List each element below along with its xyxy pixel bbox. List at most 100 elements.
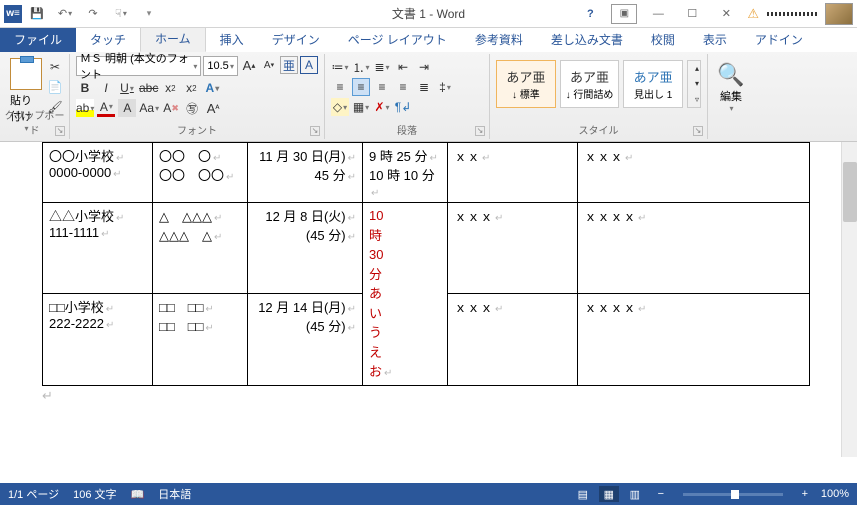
print-layout-button[interactable]: ▦ <box>599 486 619 502</box>
tab-review[interactable]: 校閲 <box>637 27 689 52</box>
zoom-level[interactable]: 100% <box>821 488 849 500</box>
tab-mailings[interactable]: 差し込み文書 <box>537 27 637 52</box>
change-case-button[interactable]: Aa▾ <box>139 99 159 117</box>
align-right-button[interactable]: ≡ <box>373 78 391 96</box>
highlight-button[interactable]: ab▾ <box>76 99 94 117</box>
zoom-in-button[interactable]: + <box>795 486 815 502</box>
language-indicator[interactable]: 日本語 <box>158 486 191 502</box>
styles-up[interactable]: ▴ <box>688 61 706 76</box>
zoom-out-button[interactable]: − <box>651 486 671 502</box>
web-layout-button[interactable]: ▥ <box>625 486 645 502</box>
char-shading-button[interactable]: A <box>118 99 136 117</box>
font-color-button[interactable]: A▾ <box>97 99 115 117</box>
ribbon: 貼り付け ▾ ✂ 📄 🖌 クリップボード ↘ ＭＳ 明朝 (本文のフォント▾ 1… <box>0 52 857 142</box>
superscript-button[interactable]: x2 <box>182 79 200 97</box>
maximize-button[interactable]: ☐ <box>679 4 705 24</box>
touch-mode-button[interactable]: ☟▾ <box>108 4 134 24</box>
bullets-button[interactable]: ≔▾ <box>331 58 349 76</box>
undo-button[interactable]: ↶▾ <box>52 4 78 24</box>
char-border-button[interactable]: A <box>300 56 318 74</box>
align-center-button[interactable]: ≡ <box>352 78 370 96</box>
underline-button[interactable]: U▾ <box>118 79 136 97</box>
tab-view[interactable]: 表示 <box>689 27 741 52</box>
dialog-launcher-icon[interactable]: ↘ <box>475 126 485 136</box>
strike-button[interactable]: abc <box>139 79 158 97</box>
cut-button[interactable]: ✂ <box>46 58 64 76</box>
paragraph-mark: ↵ <box>42 388 815 404</box>
subscript-button[interactable]: x2 <box>161 79 179 97</box>
group-label: スタイル <box>490 122 707 137</box>
vertical-scrollbar[interactable] <box>841 142 857 457</box>
save-button[interactable]: 💾 <box>24 4 50 24</box>
dialog-launcher-icon[interactable]: ↘ <box>310 126 320 136</box>
tab-home[interactable]: ホーム <box>140 25 206 52</box>
char-width-button[interactable]: Aᴬ <box>204 99 222 117</box>
sort-button[interactable]: ✗▾ <box>373 98 391 116</box>
font-size-select[interactable]: 10.5▾ <box>203 56 238 76</box>
table-row: △△小学校↵111-1111↵ △ △△△↵△△△ △↵ 12 月 8 日(火)… <box>43 203 810 294</box>
indent-dec-button[interactable]: ⇤ <box>394 58 412 76</box>
help-button[interactable]: ? <box>577 4 603 24</box>
redo-button[interactable]: ↷ <box>80 4 106 24</box>
group-label: フォント <box>70 122 324 137</box>
close-button[interactable]: ✕ <box>713 4 739 24</box>
tab-layout[interactable]: ページ レイアウト <box>334 27 461 52</box>
word-count[interactable]: 106 文字 <box>73 486 116 502</box>
italic-button[interactable]: I <box>97 79 115 97</box>
tab-references[interactable]: 参考資料 <box>461 27 537 52</box>
tab-file[interactable]: ファイル <box>0 27 76 52</box>
read-mode-button[interactable]: ▤ <box>573 486 593 502</box>
style-heading1[interactable]: あア亜 見出し 1 <box>623 60 683 108</box>
text-effects-button[interactable]: A▾ <box>203 79 221 97</box>
bold-button[interactable]: B <box>76 79 94 97</box>
group-paragraph: ≔▾ ⒈▾ ≣▾ ⇤ ⇥ ≡ ≡ ≡ ≡ ≣ ‡▾ ◇▾ ▦▾ ✗▾ ¶↲ 段落… <box>325 54 490 139</box>
ribbon-display-button[interactable]: ▣ <box>611 4 637 24</box>
tab-insert[interactable]: 挿入 <box>206 27 258 52</box>
user-avatar[interactable] <box>825 3 853 25</box>
ribbon-tabs: ファイル タッチ ホーム 挿入 デザイン ページ レイアウト 参考資料 差し込み… <box>0 28 857 52</box>
binoculars-icon: 🔍 <box>717 62 744 88</box>
paste-icon <box>10 58 42 90</box>
group-styles: あア亜 ↓ 標準 あア亜 ↓ 行間詰め あア亜 見出し 1 ▴ ▾ ▿ スタイル… <box>490 54 708 139</box>
table-row: 〇〇小学校↵0000-0000↵ 〇〇 〇↵〇〇 〇〇↵ 11 月 30 日(月… <box>43 143 810 203</box>
style-normal[interactable]: あア亜 ↓ 標準 <box>496 60 556 108</box>
line-spacing-button[interactable]: ‡▾ <box>436 78 454 96</box>
clear-format-button[interactable]: A✖ <box>162 99 180 117</box>
scrollbar-thumb[interactable] <box>843 162 857 222</box>
enclose-button[interactable]: ㊢ <box>183 99 201 117</box>
vertical-red-text: 10 時 30 分 あ い う え お↵ <box>369 206 441 382</box>
indent-inc-button[interactable]: ⇥ <box>415 58 433 76</box>
tab-design[interactable]: デザイン <box>258 27 334 52</box>
shading-button[interactable]: ◇▾ <box>331 98 349 116</box>
justify-button[interactable]: ≡ <box>394 78 412 96</box>
numbering-button[interactable]: ⒈▾ <box>352 58 370 76</box>
phonetic-button[interactable]: 亜 <box>280 56 298 74</box>
window-title: 文書 1 - Word <box>392 5 465 22</box>
document-table[interactable]: 〇〇小学校↵0000-0000↵ 〇〇 〇↵〇〇 〇〇↵ 11 月 30 日(月… <box>42 142 810 386</box>
qat-customize[interactable]: ▾ <box>136 4 162 24</box>
shrink-font-button[interactable]: A▾ <box>260 56 278 74</box>
minimize-button[interactable]: — <box>645 4 671 24</box>
styles-more[interactable]: ▿ <box>688 92 706 107</box>
dialog-launcher-icon[interactable]: ↘ <box>693 126 703 136</box>
multilevel-button[interactable]: ≣▾ <box>373 58 391 76</box>
tab-touch[interactable]: タッチ <box>76 27 140 52</box>
style-nospacing[interactable]: あア亜 ↓ 行間詰め <box>560 60 620 108</box>
styles-down[interactable]: ▾ <box>688 76 706 91</box>
zoom-slider[interactable] <box>683 493 783 496</box>
proofing-icon[interactable]: 📖 <box>131 488 145 501</box>
group-font: ＭＳ 明朝 (本文のフォント▾ 10.5▾ A▴ A▾ 亜 A B I U▾ a… <box>70 54 325 139</box>
copy-button[interactable]: 📄 <box>46 78 64 96</box>
grow-font-button[interactable]: A▴ <box>240 56 258 74</box>
font-name-select[interactable]: ＭＳ 明朝 (本文のフォント▾ <box>76 56 201 76</box>
page-indicator[interactable]: 1/1 ページ <box>8 486 59 502</box>
dialog-launcher-icon[interactable]: ↘ <box>55 126 65 136</box>
align-left-button[interactable]: ≡ <box>331 78 349 96</box>
tab-addins[interactable]: アドイン <box>741 27 817 52</box>
find-button[interactable]: 🔍 編集 ▾ <box>714 56 748 113</box>
borders-button[interactable]: ▦▾ <box>352 98 370 116</box>
distribute-button[interactable]: ≣ <box>415 78 433 96</box>
group-clipboard: 貼り付け ▾ ✂ 📄 🖌 クリップボード ↘ <box>0 54 70 139</box>
show-marks-button[interactable]: ¶↲ <box>394 98 412 116</box>
status-bar: 1/1 ページ 106 文字 📖 日本語 ▤ ▦ ▥ − + 100% <box>0 483 857 505</box>
